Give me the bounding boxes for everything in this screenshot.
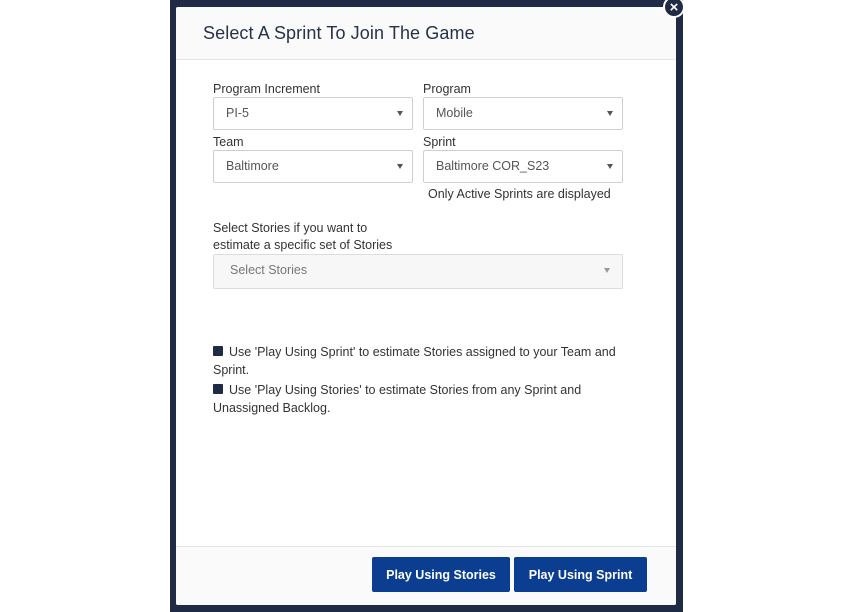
team-value: Baltimore [226, 159, 279, 173]
chevron-down-icon [397, 111, 403, 116]
note-sprint-text: Use 'Play Using Sprint' to estimate Stor… [213, 345, 616, 377]
play-using-sprint-button[interactable]: Play Using Sprint [514, 557, 647, 592]
sprint-value: Baltimore COR_S23 [436, 159, 550, 173]
stories-placeholder: Select Stories [230, 263, 308, 277]
program-select[interactable]: Mobile [423, 97, 623, 130]
chevron-down-icon [607, 164, 613, 169]
sprint-hint: Only Active Sprints are displayed [428, 187, 611, 201]
chevron-down-icon [397, 164, 403, 169]
modal-footer: Play Using Stories Play Using Sprint [176, 546, 676, 605]
sprint-select-modal: Select A Sprint To Join The Game Program… [176, 7, 676, 605]
stories-label-line2: estimate a specific set of Stories [213, 238, 393, 252]
chevron-down-icon [607, 111, 613, 116]
team-select[interactable]: Baltimore [213, 150, 413, 183]
note-stories-text: Use 'Play Using Stories' to estimate Sto… [213, 383, 582, 415]
note-stories: Use 'Play Using Stories' to estimate Sto… [213, 381, 633, 417]
program-increment-label: Program Increment [213, 82, 320, 96]
team-label: Team [213, 135, 244, 149]
stories-label: Select Stories if you want to estimate a… [213, 220, 453, 254]
modal-title: Select A Sprint To Join The Game [203, 22, 475, 43]
program-increment-select[interactable]: PI-5 [213, 97, 413, 130]
play-using-stories-button[interactable]: Play Using Stories [372, 557, 510, 592]
sprint-select[interactable]: Baltimore COR_S23 [423, 150, 623, 183]
note-sprint: Use 'Play Using Sprint' to estimate Stor… [213, 343, 633, 379]
stories-select[interactable]: Select Stories [213, 254, 623, 289]
program-label: Program [423, 82, 471, 96]
modal-header: Select A Sprint To Join The Game [176, 7, 676, 60]
bullet-square-icon [213, 346, 223, 356]
chevron-down-icon [604, 268, 610, 273]
program-value: Mobile [436, 106, 473, 120]
stories-label-line1: Select Stories if you want to [213, 221, 368, 235]
bullet-square-icon [213, 384, 223, 394]
program-increment-value: PI-5 [226, 106, 249, 120]
sprint-label: Sprint [423, 135, 456, 149]
